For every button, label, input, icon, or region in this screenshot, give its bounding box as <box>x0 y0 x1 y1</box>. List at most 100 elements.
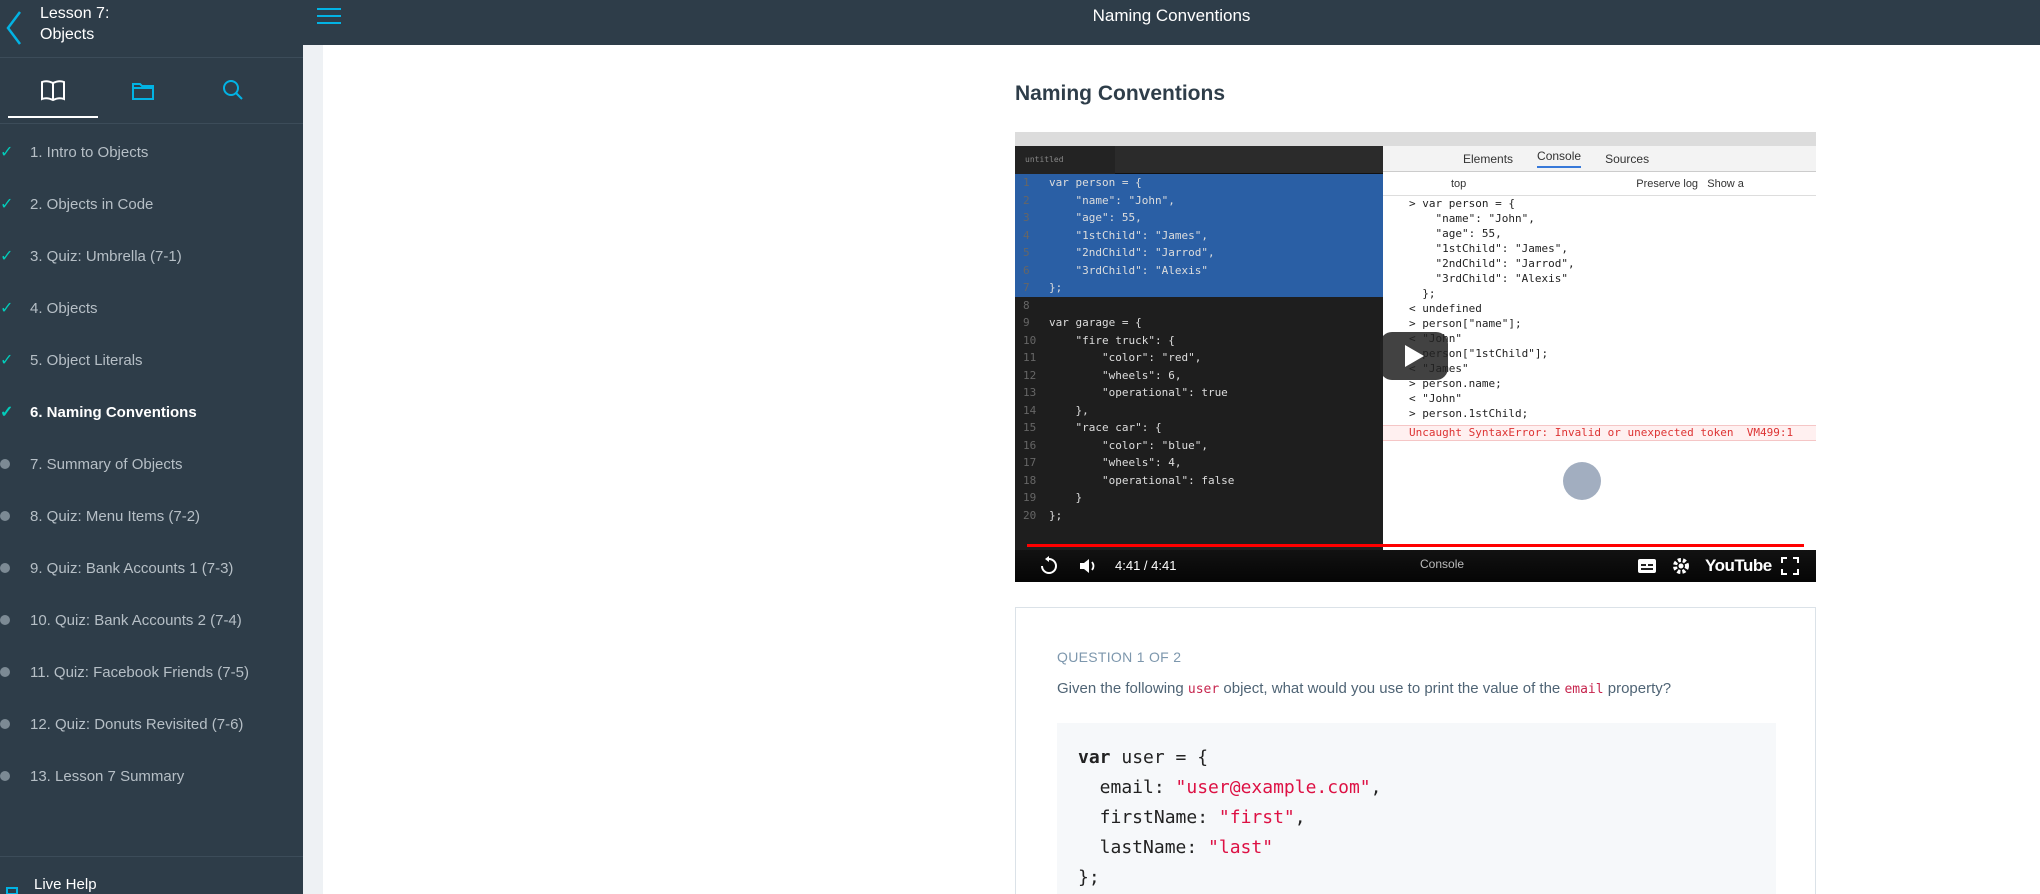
line-text: "name": "John", <box>1049 193 1175 207</box>
line-number: 13 <box>1023 386 1037 399</box>
code-string: "last" <box>1208 837 1274 858</box>
check-icon: ✓ <box>0 144 14 161</box>
devtools-tab-console: Console <box>1537 149 1582 168</box>
lesson-title: Lesson 7: Objects <box>40 3 109 45</box>
top-bar: Naming Conventions <box>303 0 2040 45</box>
sidebar-item-label: 3. Quiz: Umbrella (7-1) <box>30 247 182 265</box>
dot-icon <box>0 459 30 469</box>
folder-icon <box>132 83 154 100</box>
sidebar-item-label: 4. Objects <box>30 299 98 317</box>
code-punct: , <box>1294 807 1306 828</box>
sidebar-item-7[interactable]: 7. Summary of Objects <box>0 438 303 490</box>
sidebar-item-4[interactable]: ✓ 4. Objects <box>0 282 303 334</box>
devtools-filter: top Preserve log Show a <box>1383 172 1816 196</box>
line-number: 16 <box>1023 438 1037 452</box>
header-title: Naming Conventions <box>1092 6 1251 25</box>
video-player[interactable]: untitled 1 var person = {2 "name": "John"… <box>1015 132 1816 582</box>
console-error-text: Uncaught SyntaxError: Invalid or unexpec… <box>1409 426 1734 439</box>
sidebar-item-11[interactable]: 11. Quiz: Facebook Friends (7-5) <box>0 646 303 698</box>
dot-icon <box>0 563 30 573</box>
editor-line: 1 var person = { <box>1015 174 1383 192</box>
line-text: "1stChild": "James", <box>1049 228 1208 242</box>
live-help-label: Live Help <box>34 876 97 893</box>
check-icon: ✓ <box>0 352 14 369</box>
line-number: 3 <box>1023 211 1030 224</box>
video-cursor-highlight <box>1563 462 1601 500</box>
code-line: var user = { <box>1078 743 1755 773</box>
sidebar-item-10[interactable]: 10. Quiz: Bank Accounts 2 (7-4) <box>0 594 303 646</box>
content-gutter <box>303 45 323 894</box>
sidebar-item-label: 1. Intro to Objects <box>30 143 149 161</box>
console-line: "name": "John", <box>1409 212 1535 225</box>
fullscreen-icon[interactable] <box>1781 557 1799 575</box>
console-line: > person.1stChild; <box>1409 407 1529 420</box>
replay-icon[interactable] <box>1039 556 1059 576</box>
line-text: var person = { <box>1049 176 1142 189</box>
editor-line: 8 <box>1015 297 1383 315</box>
sidebar-item-12[interactable]: 12. Quiz: Donuts Revisited (7-6) <box>0 698 303 750</box>
captions-icon[interactable] <box>1637 558 1657 574</box>
code-punct: , <box>1370 777 1382 798</box>
video-console-label: Console <box>1420 557 1465 571</box>
editor-line: 19 } <box>1015 489 1383 507</box>
console-error: Uncaught SyntaxError: Invalid or unexpec… <box>1383 425 1816 441</box>
dot-icon <box>0 719 30 729</box>
code-line: email: "user@example.com", <box>1078 773 1755 803</box>
editor-line: 12 "wheels": 6, <box>1015 367 1383 385</box>
line-text: "color": "red", <box>1049 351 1202 364</box>
youtube-logo[interactable]: YouTube <box>1705 556 1772 576</box>
settings-gear-icon[interactable] <box>1671 556 1691 576</box>
chat-icon <box>6 887 18 894</box>
video-mac-menubar <box>1015 132 1816 146</box>
sidebar-item-6[interactable]: ✓ 6. Naming Conventions <box>0 386 303 438</box>
sidebar-item-3[interactable]: ✓ 3. Quiz: Umbrella (7-1) <box>0 230 303 282</box>
sidebar-item-2[interactable]: ✓ 2. Objects in Code <box>0 178 303 230</box>
editor-line: 17 "wheels": 4, <box>1015 454 1383 472</box>
sidebar-item-1[interactable]: ✓ 1. Intro to Objects <box>0 126 303 178</box>
sidebar-item-9[interactable]: 9. Quiz: Bank Accounts 1 (7-3) <box>0 542 303 594</box>
code-text: user = { <box>1110 747 1209 768</box>
video-controls: 4:41 / 4:41 Console YouTube <box>1015 550 1816 582</box>
line-number: 10 <box>1023 333 1037 347</box>
line-number: 5 <box>1023 246 1030 259</box>
line-text: } <box>1049 491 1083 504</box>
sidebar-item-8[interactable]: 8. Quiz: Menu Items (7-2) <box>0 490 303 542</box>
back-chevron-icon[interactable] <box>4 8 26 48</box>
sidebar-item-label: 11. Quiz: Facebook Friends (7-5) <box>30 663 249 681</box>
volume-icon[interactable] <box>1078 556 1098 576</box>
line-text: }; <box>1049 281 1063 294</box>
line-text: "fire truck": { <box>1049 333 1175 347</box>
play-button[interactable] <box>1380 332 1448 380</box>
editor-line: 13 "operational": true <box>1015 384 1383 402</box>
code-key: lastName: <box>1078 837 1209 858</box>
console-line: }; <box>1409 287 1436 300</box>
sidebar-item-13[interactable]: 13. Lesson 7 Summary <box>0 750 303 802</box>
lesson-name: Objects <box>40 26 95 43</box>
devtools-tab-sources: Sources <box>1605 151 1650 166</box>
dot-icon <box>0 615 30 625</box>
line-number: 15 <box>1023 421 1037 434</box>
code-line: lastName: "last" <box>1078 833 1755 863</box>
tab-resources[interactable] <box>98 70 188 110</box>
devtools-context: top <box>1451 177 1467 190</box>
console-line: "1stChild": "James", <box>1409 242 1568 255</box>
video-code-editor: untitled 1 var person = {2 "name": "John"… <box>1015 146 1383 550</box>
code-line: firstName: "first", <box>1078 803 1755 833</box>
console-line: "3rdChild": "Alexis" <box>1409 272 1568 285</box>
devtools-tab-elements: Elements <box>1463 151 1514 166</box>
tab-search[interactable] <box>188 70 278 110</box>
editor-line: 10 "fire truck": { <box>1015 332 1383 350</box>
line-text: "race car": { <box>1049 421 1162 434</box>
video-progress-bar[interactable] <box>1027 544 1804 547</box>
sidebar-item-label: 9. Quiz: Bank Accounts 1 (7-3) <box>30 559 234 577</box>
live-help-button[interactable]: Live Help <box>0 856 303 894</box>
quiz-card: QUESTION 1 OF 2 Given the following user… <box>1015 607 1816 894</box>
console-line: < undefined <box>1409 302 1482 315</box>
editor-line: 9 var garage = { <box>1015 314 1383 332</box>
sidebar-item-label: 2. Objects in Code <box>30 195 154 213</box>
line-number: 11 <box>1023 351 1037 364</box>
sidebar-item-5[interactable]: ✓ 5. Object Literals <box>0 334 303 386</box>
line-text: "wheels": 4, <box>1049 456 1182 469</box>
console-output: > var person = { "name": "John", "age": … <box>1383 197 1816 421</box>
tab-lessons[interactable] <box>8 70 98 118</box>
